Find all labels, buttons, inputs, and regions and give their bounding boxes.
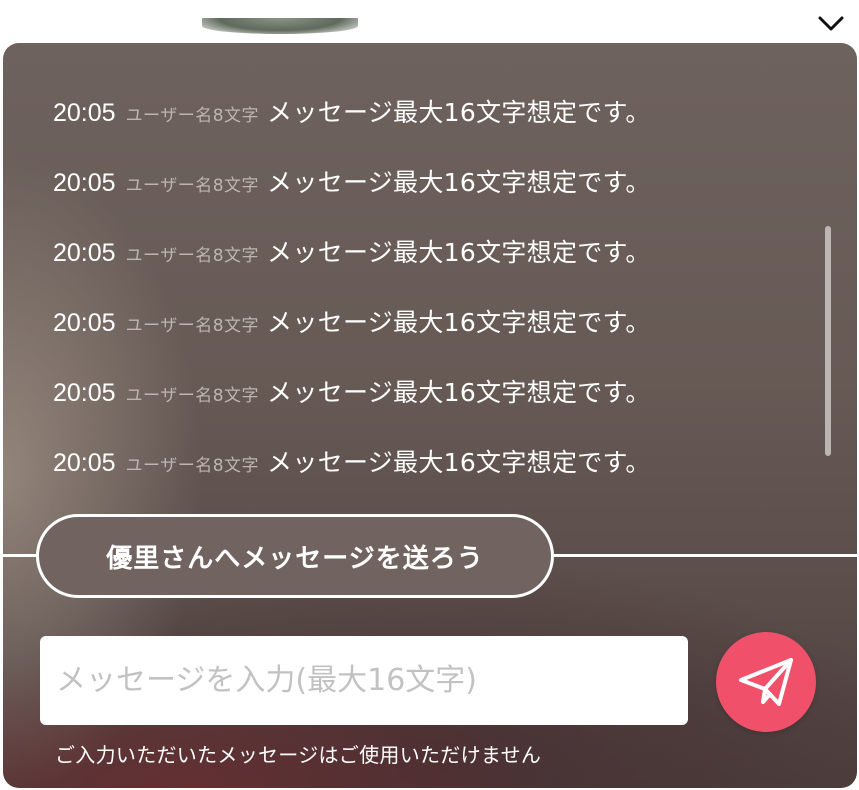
message-username: ユーザー名8文字 (125, 106, 260, 126)
chat-message-row: 20:05 ユーザー名8文字 メッセージ最大16文字想定です。 (53, 443, 813, 513)
message-time: 20:05 (53, 169, 116, 197)
message-time: 20:05 (53, 239, 116, 267)
chat-message-row: 20:05 ユーザー名8文字 メッセージ最大16文字想定です。 (53, 93, 813, 163)
message-text: メッセージ最大16文字想定です。 (267, 98, 651, 127)
collapse-toggle-button[interactable] (815, 8, 847, 40)
chat-message-list: 20:05 ユーザー名8文字 メッセージ最大16文字想定です。 20:05 ユー… (53, 93, 813, 513)
chat-panel: 20:05 ユーザー名8文字 メッセージ最大16文字想定です。 20:05 ユー… (3, 43, 857, 788)
message-username: ユーザー名8文字 (125, 386, 260, 406)
message-username: ユーザー名8文字 (125, 246, 260, 266)
message-username: ユーザー名8文字 (125, 316, 260, 336)
message-username: ユーザー名8文字 (125, 456, 260, 476)
paper-plane-icon (739, 658, 793, 706)
message-text: メッセージ最大16文字想定です。 (267, 168, 651, 197)
message-time: 20:05 (53, 99, 116, 127)
send-button[interactable] (716, 632, 816, 732)
message-text: メッセージ最大16文字想定です。 (267, 378, 651, 407)
background-image-edge (202, 18, 358, 34)
message-time: 20:05 (53, 379, 116, 407)
compose-title: 優里さんへメッセージを送ろう (106, 543, 484, 574)
chat-message-row: 20:05 ユーザー名8文字 メッセージ最大16文字想定です。 (53, 373, 813, 443)
message-text: メッセージ最大16文字想定です。 (267, 238, 651, 267)
compose-heading-pill: 優里さんへメッセージを送ろう (36, 514, 554, 598)
chat-message-row: 20:05 ユーザー名8文字 メッセージ最大16文字想定です。 (53, 233, 813, 303)
chat-scrollbar[interactable] (825, 226, 831, 456)
message-text: メッセージ最大16文字想定です。 (267, 308, 651, 337)
chat-message-row: 20:05 ユーザー名8文字 メッセージ最大16文字想定です。 (53, 303, 813, 373)
message-input[interactable] (40, 636, 688, 725)
chat-message-row: 20:05 ユーザー名8文字 メッセージ最大16文字想定です。 (53, 163, 813, 233)
message-username: ユーザー名8文字 (125, 176, 260, 196)
message-text: メッセージ最大16文字想定です。 (267, 448, 651, 477)
comment-screen: 20:05 ユーザー名8文字 メッセージ最大16文字想定です。 20:05 ユー… (0, 0, 859, 790)
chevron-down-icon (818, 16, 844, 31)
usage-notice: ご入力いただいたメッセージはご使用いただけません (55, 743, 542, 767)
message-time: 20:05 (53, 449, 116, 477)
message-time: 20:05 (53, 309, 116, 337)
